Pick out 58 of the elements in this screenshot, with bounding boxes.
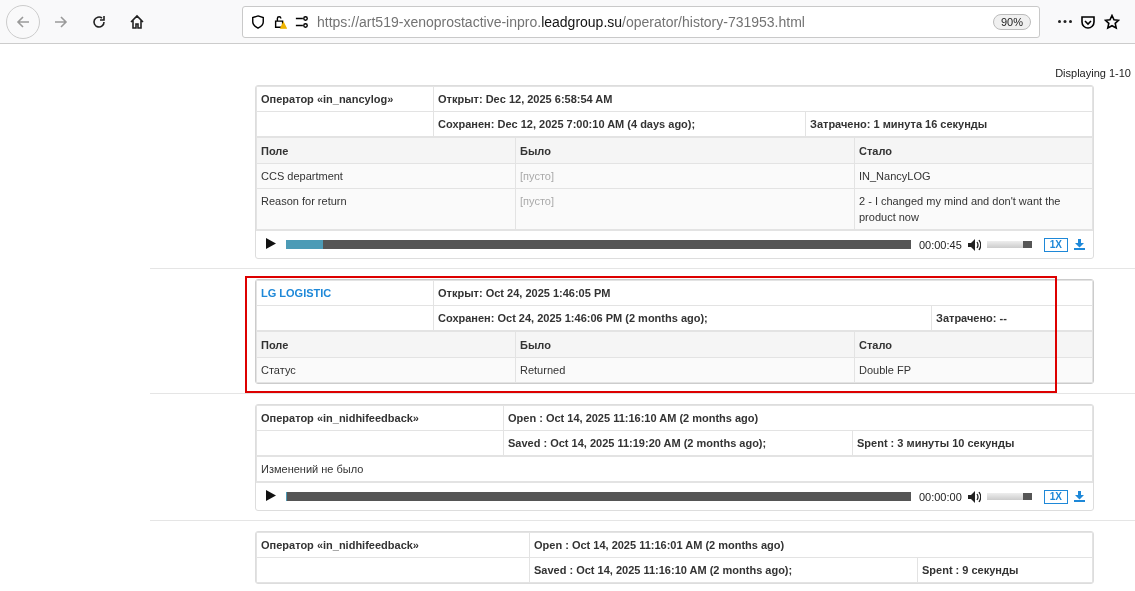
saved-time: Сохранен: Dec 12, 2025 7:00:10 AM (4 days ago); [438, 118, 696, 130]
column-header: Поле [256, 331, 516, 358]
volume-icon[interactable] [967, 238, 981, 251]
operator-name: Оператор «in_nidhifeedback» [261, 539, 419, 551]
lock-warning-icon [273, 14, 287, 29]
saved-time: Saved : Oct 14, 2025 11:16:10 AM (2 months ago); [534, 564, 793, 576]
reload-icon [91, 13, 107, 30]
download-icon[interactable] [1074, 491, 1085, 502]
table-cell: [пусто] [515, 188, 855, 230]
opened-time: Открыт: Dec 12, 2025 6:58:54 AM [438, 93, 613, 105]
column-header: Поле [256, 137, 516, 164]
operator-name: Оператор «in_nancylog» [261, 93, 394, 105]
zoom-badge[interactable]: 90% [992, 13, 1031, 30]
table-cell: Double FP [854, 357, 1093, 383]
time-text: 00:00:00 [918, 490, 962, 503]
permissions-icon [295, 14, 309, 29]
progress-track[interactable] [286, 492, 911, 501]
table-cell: Reason for return [256, 188, 516, 230]
spent-time: Затрачено: -- [936, 312, 1007, 324]
table-cell: Returned [515, 357, 855, 383]
table-cell: [пусто] [515, 163, 855, 189]
table-cell: IN_NancyLOG [854, 163, 1093, 189]
saved-time: Сохранен: Oct 24, 2025 1:46:06 PM (2 months ago); [438, 312, 708, 324]
spent-time: Spent : 9 секунды [922, 564, 1019, 576]
time-text: 00:00:45 [918, 238, 962, 251]
download-icon[interactable] [1074, 239, 1085, 250]
address-bar[interactable]: https://art519-xenoprostactive-inpro.leadgroup.su/operator/history-731953.html 90% [242, 5, 1040, 38]
spent-time: Затрачено: 1 минута 16 секунды [810, 118, 988, 130]
table-cell: 2 - I changed my mind and don't want the product now [854, 188, 1093, 230]
forward-arrow-icon [53, 13, 69, 30]
pagination-text: Displaying 1-10 [1055, 67, 1131, 79]
star-icon [1104, 13, 1120, 30]
back-arrow-icon [15, 13, 31, 30]
table-cell: Статус [256, 357, 516, 383]
more-icon[interactable] [1058, 20, 1072, 23]
progress-track[interactable] [286, 240, 911, 249]
volume-icon[interactable] [967, 490, 981, 503]
column-header: Было [515, 331, 855, 358]
operator-name: Оператор «in_nidhifeedback» [261, 412, 419, 424]
column-header: Стало [854, 137, 1093, 164]
operator-link[interactable]: LG LOGISTIC [261, 287, 332, 299]
saved-time: Saved : Oct 14, 2025 11:19:20 AM (2 months ago); [508, 437, 767, 449]
opened-time: Open : Oct 14, 2025 11:16:10 AM (2 months ago) [508, 412, 759, 424]
opened-time: Open : Oct 14, 2025 11:16:01 AM (2 months ago) [534, 539, 785, 551]
column-header: Было [515, 137, 855, 164]
column-header: Стало [854, 331, 1093, 358]
opened-time: Открыт: Oct 24, 2025 1:46:05 PM [438, 287, 611, 299]
shield-icon [251, 14, 265, 29]
table-cell: CCS department [256, 163, 516, 189]
spent-time: Spent : 3 минуты 10 секунды [857, 437, 1015, 449]
volume-slider[interactable] [986, 493, 1032, 500]
url-text: https://art519-xenoprostactive-inpro.leadgroup.su/operator/history-731953.html [317, 13, 806, 30]
speed-button[interactable]: 1X [1043, 489, 1068, 504]
pocket-icon [1080, 13, 1096, 30]
speed-button[interactable]: 1X [1043, 237, 1068, 252]
no-changes-text: Изменений не было [256, 456, 1093, 482]
volume-slider[interactable] [986, 241, 1032, 248]
home-icon [129, 13, 145, 30]
